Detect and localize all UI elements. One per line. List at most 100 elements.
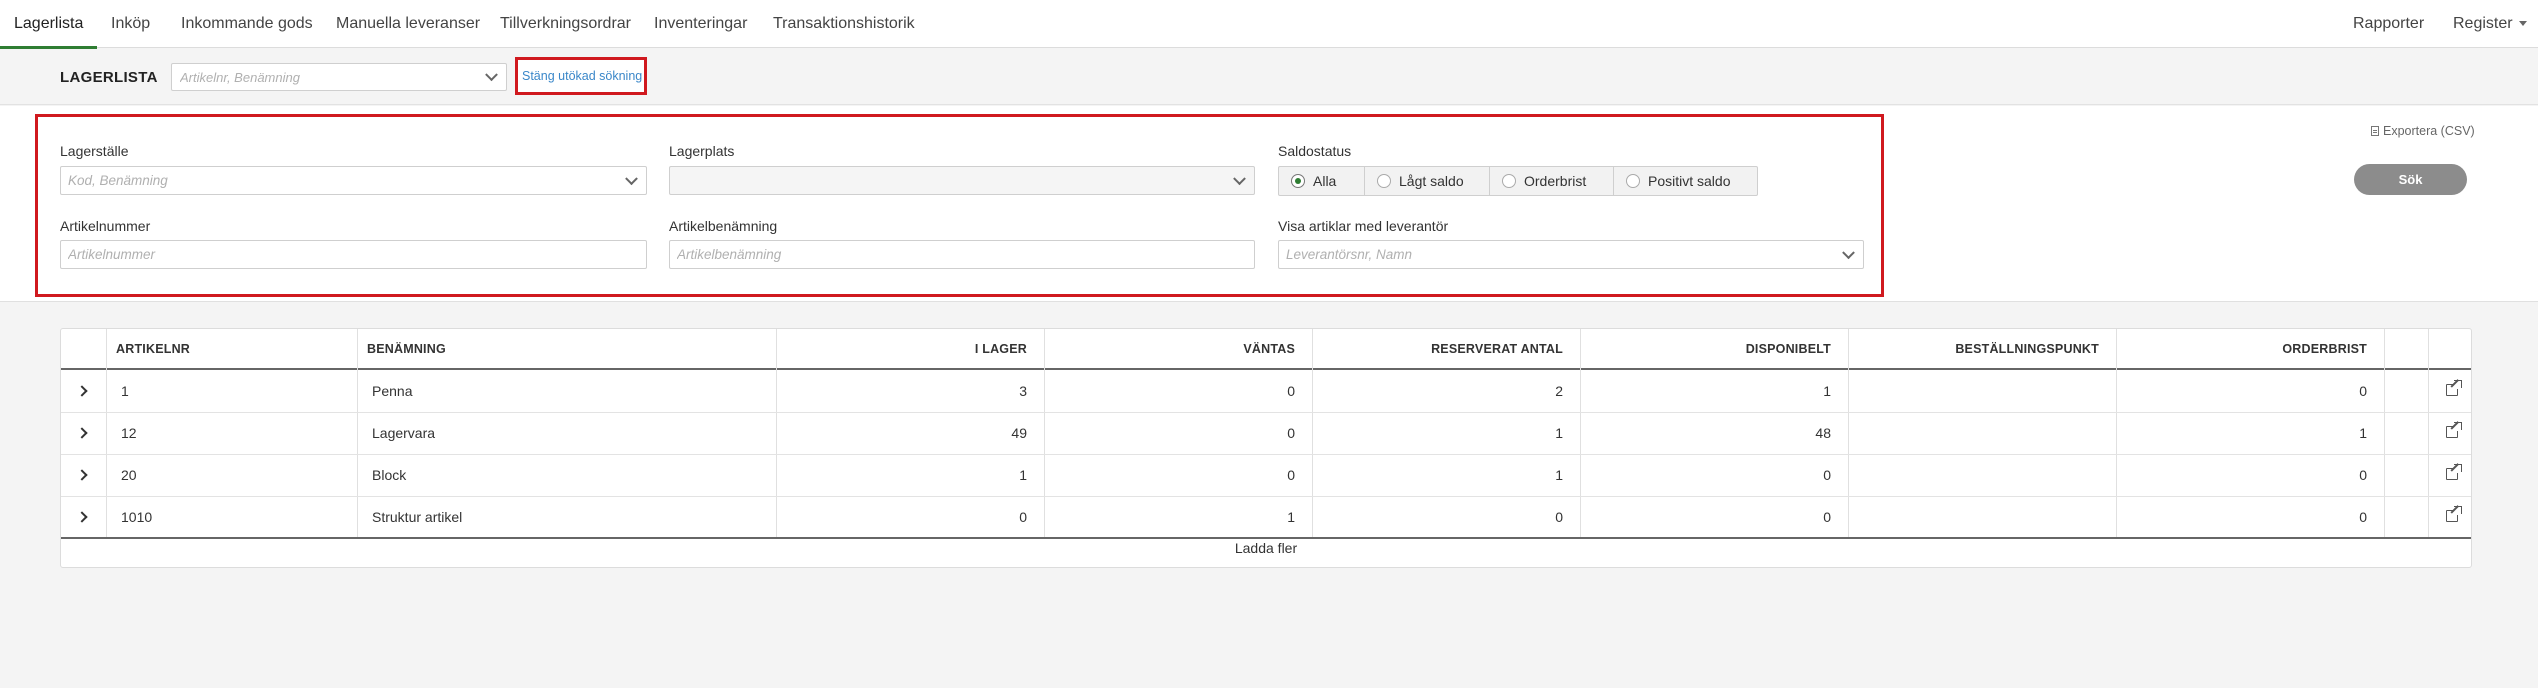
chevron-right-icon[interactable] xyxy=(76,427,88,439)
cell-vantas: 0 xyxy=(1287,425,1295,441)
cell-reserverat: 0 xyxy=(1555,509,1563,525)
radio-alla-label: Alla xyxy=(1313,173,1337,189)
cell-artikelnr: 1 xyxy=(121,383,129,399)
tab-inkop[interactable]: Inköp xyxy=(111,0,150,48)
radio-icon xyxy=(1377,174,1391,188)
table-row[interactable]: 1010 Struktur artikel 0 1 0 0 0 xyxy=(61,497,2471,539)
tab-transaktionshistorik[interactable]: Transaktionshistorik xyxy=(773,0,915,48)
cell-i-lager: 0 xyxy=(1019,509,1027,525)
table-row[interactable]: 1 Penna 3 0 2 1 0 xyxy=(61,371,2471,413)
chevron-right-icon[interactable] xyxy=(76,385,88,397)
cell-benamning: Block xyxy=(372,467,407,483)
search-button[interactable]: Sök xyxy=(2354,164,2467,195)
article-number-input[interactable] xyxy=(61,241,646,268)
column-header-disponibelt[interactable]: DISPONIBELT xyxy=(1581,329,1831,370)
reports-menu[interactable]: Rapporter xyxy=(2353,0,2424,48)
tab-lagerlista[interactable]: Lagerlista xyxy=(0,0,98,49)
warehouse-label: Lagerställe xyxy=(60,143,129,159)
radio-alla[interactable]: Alla xyxy=(1279,167,1365,195)
close-advanced-search-highlight: Stäng utökad sökning xyxy=(515,57,647,95)
table-row[interactable]: 20 Block 1 0 1 0 0 xyxy=(61,455,2471,497)
article-name-input[interactable] xyxy=(670,241,1254,268)
balance-status-label: Saldostatus xyxy=(1278,143,1352,159)
table-header: ARTIKELNR BENÄMNING I LAGER VÄNTAS RESER… xyxy=(61,329,2471,370)
balance-status-radio-group: Alla Lågt saldo Orderbrist Positivt sald… xyxy=(1278,166,1758,196)
radio-icon xyxy=(1502,174,1516,188)
cell-vantas: 1 xyxy=(1287,509,1295,525)
cell-orderbrist: 0 xyxy=(2359,509,2367,525)
register-menu[interactable]: Register xyxy=(2453,0,2527,48)
radio-positivt-saldo-label: Positivt saldo xyxy=(1648,173,1731,189)
radio-lagt-saldo-label: Lågt saldo xyxy=(1399,173,1464,189)
export-csv-link[interactable]: Exportera (CSV) xyxy=(2371,124,2475,138)
close-advanced-search-link[interactable]: Stäng utökad sökning xyxy=(522,69,642,83)
tab-manuella-leveranser[interactable]: Manuella leveranser xyxy=(336,0,480,48)
cell-vantas: 0 xyxy=(1287,383,1295,399)
article-number-label: Artikelnummer xyxy=(60,218,151,234)
chevron-right-icon[interactable] xyxy=(76,511,88,523)
load-more-button[interactable]: Ladda fler xyxy=(61,540,2471,556)
table-row[interactable]: 12 Lagervara 49 0 1 48 1 xyxy=(61,413,2471,455)
location-label: Lagerplats xyxy=(669,143,735,159)
column-header-vantas[interactable]: VÄNTAS xyxy=(1045,329,1295,370)
cell-disponibelt: 0 xyxy=(1823,509,1831,525)
document-icon xyxy=(2371,126,2379,136)
chevron-right-icon[interactable] xyxy=(76,469,88,481)
cell-i-lager: 1 xyxy=(1019,467,1027,483)
export-csv-label: Exportera (CSV) xyxy=(2383,124,2475,138)
cell-artikelnr: 12 xyxy=(121,425,137,441)
article-number-field[interactable] xyxy=(60,240,647,269)
column-header-artikelnr[interactable]: ARTIKELNR xyxy=(116,329,190,370)
cell-bestallningspunkt xyxy=(1849,455,2099,496)
location-select[interactable] xyxy=(669,166,1255,195)
column-header-reserverat[interactable]: RESERVERAT ANTAL xyxy=(1313,329,1563,370)
radio-selected-icon xyxy=(1291,174,1305,188)
register-label: Register xyxy=(2453,15,2513,32)
cell-disponibelt: 1 xyxy=(1823,383,1831,399)
cell-reserverat: 2 xyxy=(1555,383,1563,399)
column-header-orderbrist[interactable]: ORDERBRIST xyxy=(2117,329,2367,370)
radio-positivt-saldo[interactable]: Positivt saldo xyxy=(1614,167,1757,195)
page-header: LAGERLISTA Stäng utökad sökning xyxy=(0,49,2538,105)
radio-icon xyxy=(1626,174,1640,188)
warehouse-select[interactable] xyxy=(60,166,647,195)
filter-highlight-box xyxy=(35,114,1884,297)
cell-i-lager: 49 xyxy=(1011,425,1027,441)
tab-inventeringar[interactable]: Inventeringar xyxy=(654,0,747,48)
cell-artikelnr: 1010 xyxy=(121,509,153,525)
cell-bestallningspunkt xyxy=(1849,497,2099,538)
advanced-search-panel xyxy=(0,106,2538,302)
cell-bestallningspunkt xyxy=(1849,371,2099,412)
cell-disponibelt: 48 xyxy=(1815,425,1831,441)
cell-benamning: Lagervara xyxy=(372,425,436,441)
top-navigation: Lagerlista Inköp Inkommande gods Manuell… xyxy=(0,0,2538,49)
supplier-select[interactable] xyxy=(1278,240,1864,269)
cell-benamning: Penna xyxy=(372,383,413,399)
article-name-label: Artikelbenämning xyxy=(669,218,778,234)
column-header-benamning[interactable]: BENÄMNING xyxy=(367,329,446,370)
location-input[interactable] xyxy=(670,167,1254,194)
tab-inkommande-gods[interactable]: Inkommande gods xyxy=(181,0,313,48)
cell-reserverat: 1 xyxy=(1555,425,1563,441)
article-name-field[interactable] xyxy=(669,240,1255,269)
supplier-input[interactable] xyxy=(1279,241,1863,268)
caret-down-icon xyxy=(2518,21,2527,27)
cell-orderbrist: 0 xyxy=(2359,383,2367,399)
cell-bestallningspunkt xyxy=(1849,413,2099,454)
cell-orderbrist: 0 xyxy=(2359,467,2367,483)
quick-search[interactable] xyxy=(171,63,507,91)
supplier-label: Visa artiklar med leverantör xyxy=(1278,218,1449,234)
cell-i-lager: 3 xyxy=(1019,383,1027,399)
radio-orderbrist[interactable]: Orderbrist xyxy=(1490,167,1614,195)
column-header-bestallningspunkt[interactable]: BESTÄLLNINGSPUNKT xyxy=(1849,329,2099,370)
tab-tillverkningsordrar[interactable]: Tillverkningsordrar xyxy=(500,0,631,48)
column-header-i-lager[interactable]: I LAGER xyxy=(777,329,1027,370)
cell-reserverat: 1 xyxy=(1555,467,1563,483)
cell-artikelnr: 20 xyxy=(121,467,137,483)
stock-table: ARTIKELNR BENÄMNING I LAGER VÄNTAS RESER… xyxy=(60,328,2472,568)
quick-search-input[interactable] xyxy=(172,64,506,90)
radio-lagt-saldo[interactable]: Lågt saldo xyxy=(1365,167,1490,195)
cell-disponibelt: 0 xyxy=(1823,467,1831,483)
radio-orderbrist-label: Orderbrist xyxy=(1524,173,1587,189)
warehouse-input[interactable] xyxy=(61,167,646,194)
